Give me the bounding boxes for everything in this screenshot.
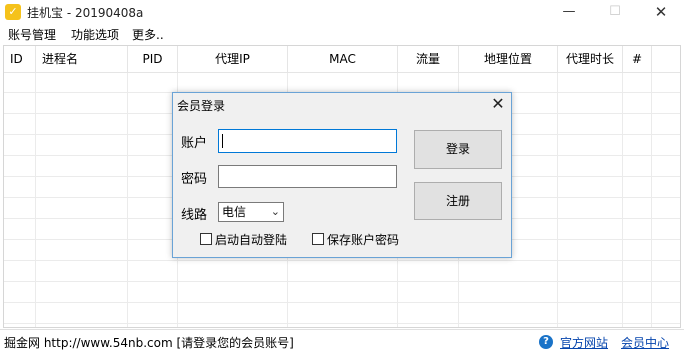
status-bar: 掘金网 http://www.54nb.com [请登录您的会员账号] ? 官方…: [0, 329, 684, 355]
login-button[interactable]: 登录: [414, 130, 502, 169]
column-header-mac[interactable]: MAC: [288, 46, 398, 72]
help-icon[interactable]: ?: [539, 335, 553, 349]
chevron-down-icon: ⌄: [270, 205, 280, 218]
line-selected-value: 电信: [222, 205, 247, 219]
status-text: 掘金网 http://www.54nb.com [请登录您的会员账号]: [4, 336, 294, 350]
account-label: 账户: [181, 136, 208, 151]
menu-function-options[interactable]: 功能选项: [71, 26, 119, 43]
text-caret: [222, 134, 223, 148]
save-password-checkbox[interactable]: [312, 233, 324, 245]
menu-more[interactable]: 更多..: [132, 26, 164, 43]
title-bar: ✓ 挂机宝 - 20190408a — ☐ ✕: [0, 0, 684, 24]
line-select[interactable]: 电信 ⌄: [218, 202, 284, 222]
column-header-proxy-ip[interactable]: 代理IP: [178, 46, 288, 72]
save-password-label[interactable]: 保存账户密码: [327, 231, 399, 248]
official-site-link[interactable]: 官方网站: [560, 334, 608, 351]
maximize-button[interactable]: ☐: [592, 0, 638, 24]
password-input[interactable]: [218, 165, 397, 188]
table-header: ID 进程名 PID 代理IP MAC 流量 地理位置 代理时长 #: [4, 46, 680, 73]
column-divider: [557, 46, 558, 327]
password-label: 密码: [181, 172, 208, 187]
window-title: 挂机宝 - 20190408a: [27, 6, 144, 20]
line-label: 线路: [181, 208, 208, 223]
menu-bar: 账号管理 功能选项 更多..: [0, 24, 684, 44]
column-divider: [651, 46, 652, 327]
dialog-body: 账户 密码 线路 电信 ⌄ 启动自动登陆 保存账户密码 登录 注册: [173, 116, 511, 257]
column-divider: [127, 46, 128, 327]
minimize-button[interactable]: —: [546, 0, 592, 24]
menu-account-management[interactable]: 账号管理: [8, 26, 56, 43]
column-header-proxy-duration[interactable]: 代理时长: [558, 46, 623, 72]
register-button[interactable]: 注册: [414, 182, 502, 220]
column-header-location[interactable]: 地理位置: [459, 46, 558, 72]
member-center-link[interactable]: 会员中心: [621, 334, 669, 351]
login-dialog: 会员登录 ✕ 账户 密码 线路 电信 ⌄ 启动自动登陆 保存账户密码 登录 注册: [172, 92, 512, 258]
column-divider: [622, 46, 623, 327]
column-header-pid[interactable]: PID: [128, 46, 178, 72]
account-input[interactable]: [218, 129, 397, 153]
auto-login-checkbox[interactable]: [200, 233, 212, 245]
column-divider: [35, 46, 36, 327]
close-button[interactable]: ✕: [638, 0, 684, 24]
app-logo-icon: ✓: [5, 4, 21, 20]
dialog-close-icon[interactable]: ✕: [486, 93, 510, 115]
column-header-hash[interactable]: #: [623, 46, 652, 72]
column-header-traffic[interactable]: 流量: [398, 46, 459, 72]
auto-login-label[interactable]: 启动自动登陆: [215, 231, 287, 248]
column-header-process-name[interactable]: 进程名: [36, 46, 128, 72]
dialog-title: 会员登录: [177, 99, 226, 113]
column-header-id[interactable]: ID: [4, 46, 36, 72]
